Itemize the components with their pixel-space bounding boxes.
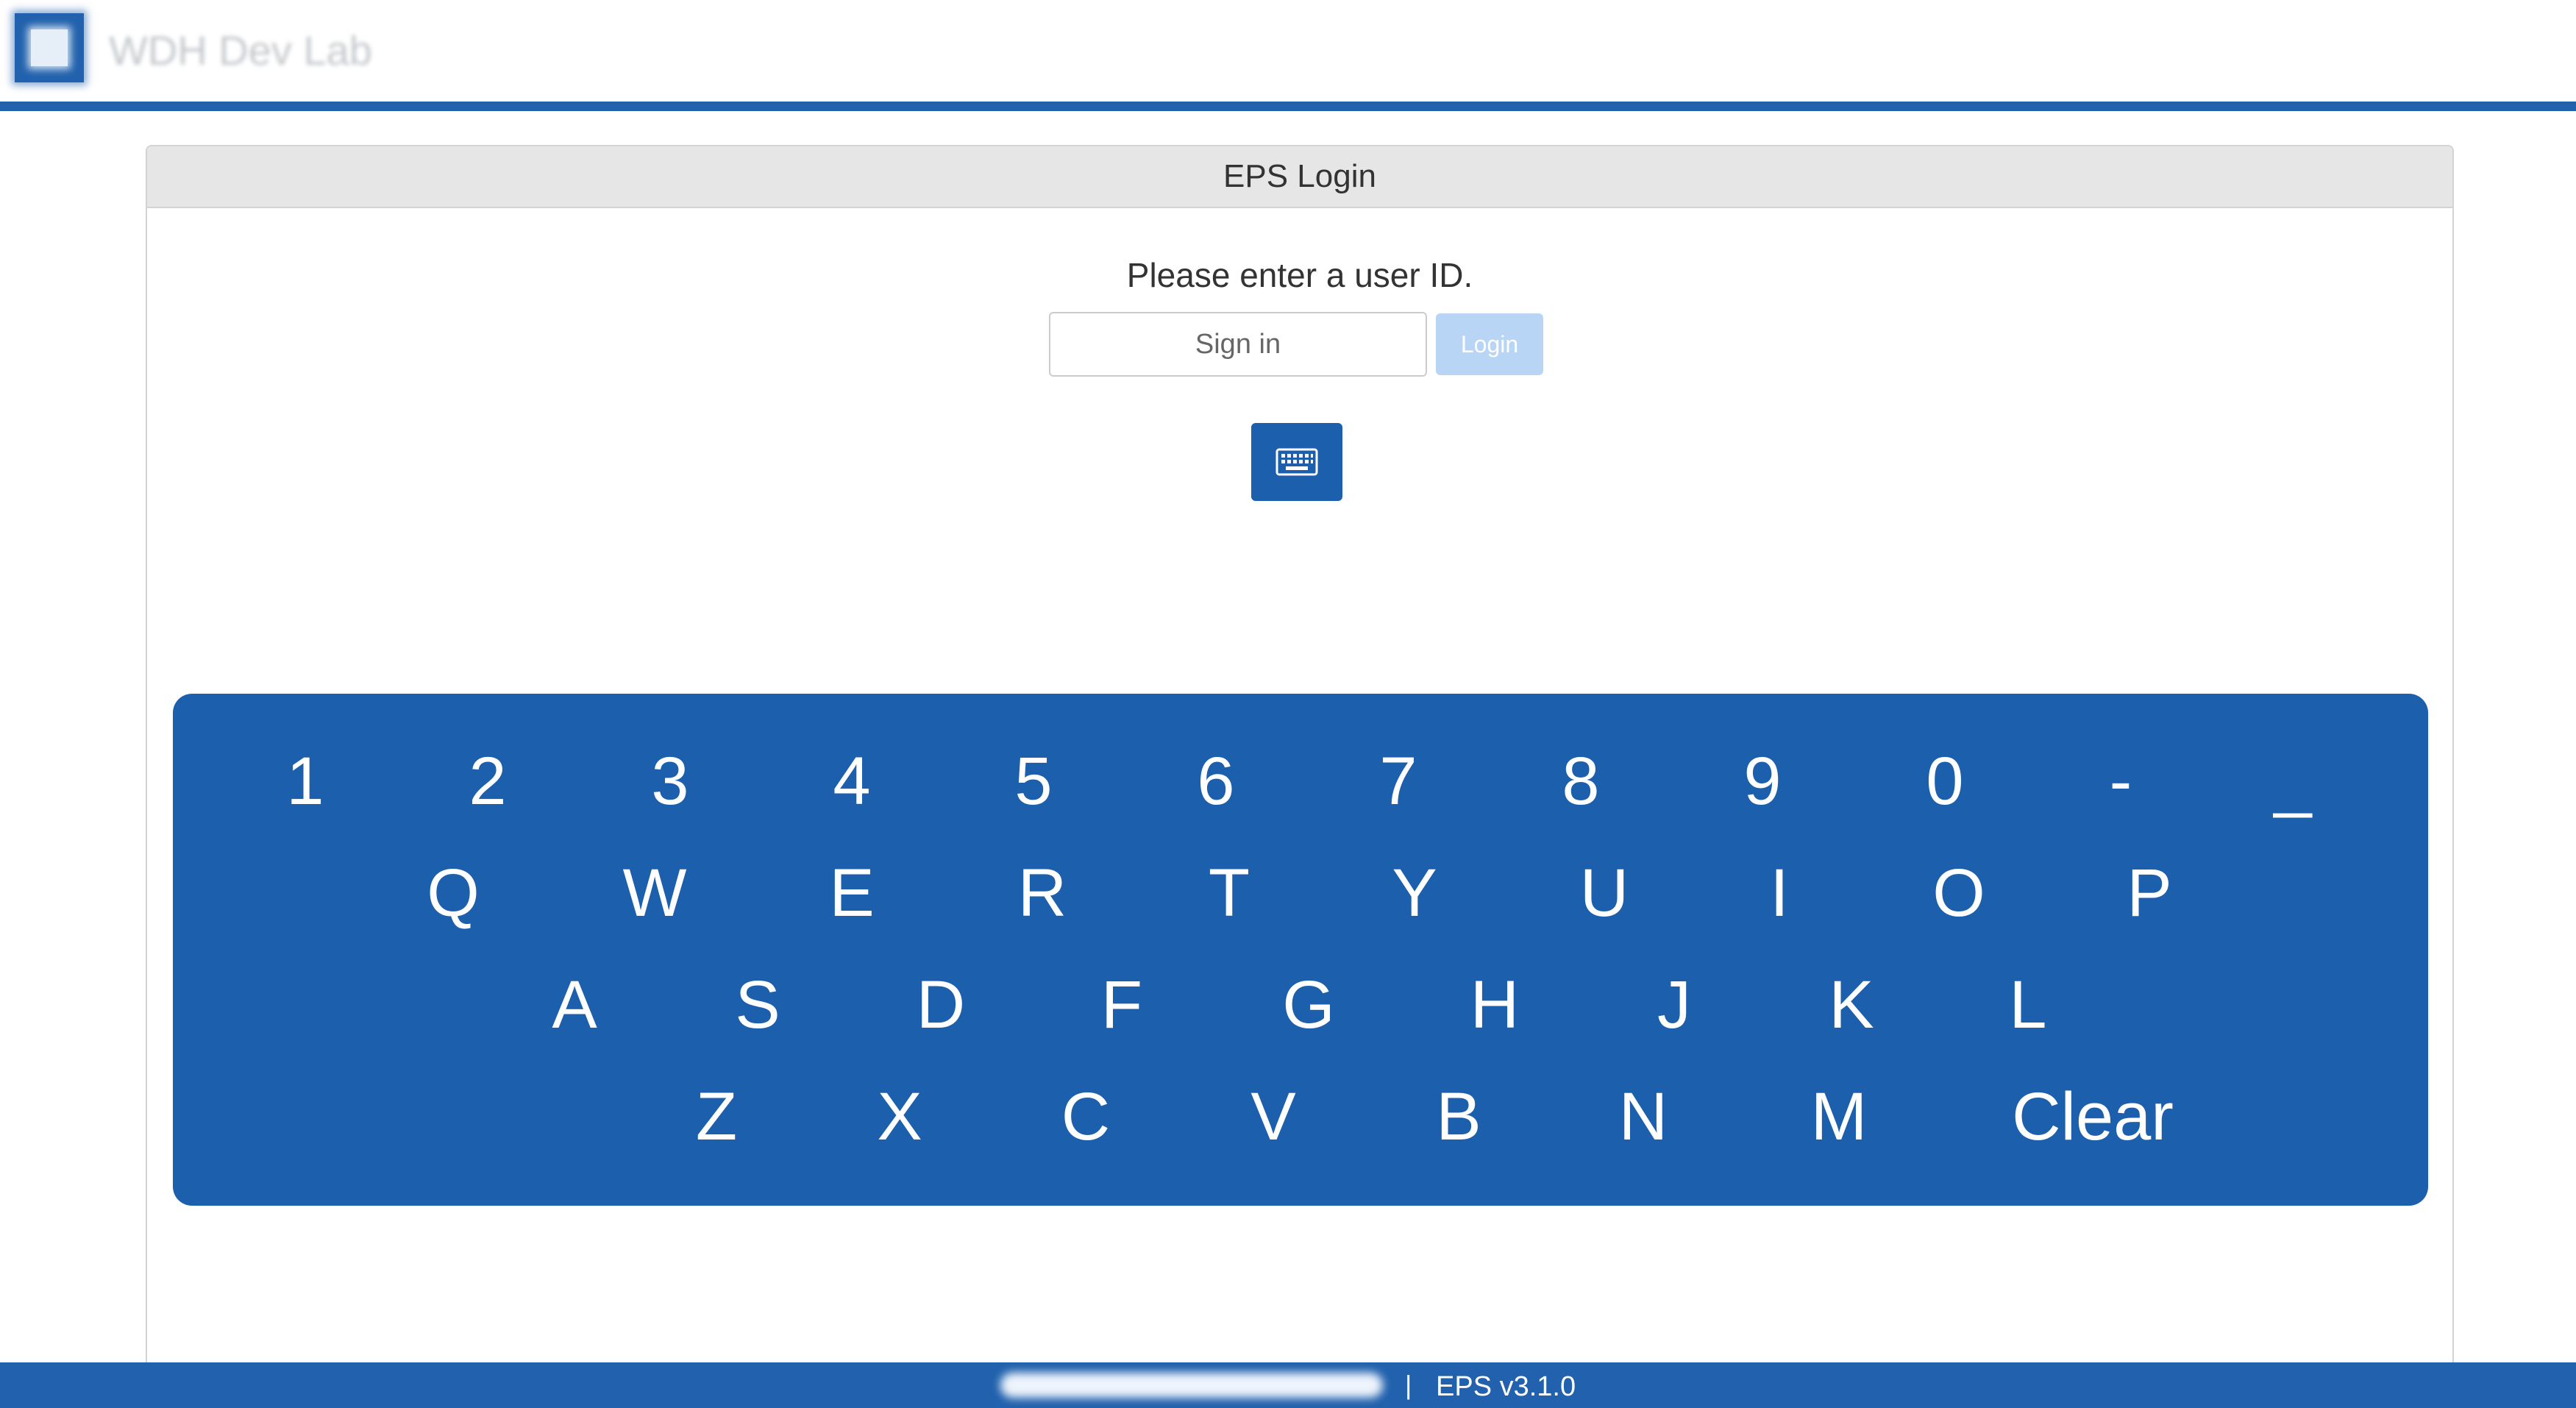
key-4[interactable]: 4 — [833, 747, 870, 815]
footer-separator: | — [1405, 1370, 1412, 1400]
key-j[interactable]: J — [1657, 971, 1691, 1039]
key-y[interactable]: Y — [1392, 859, 1437, 927]
key-5[interactable]: 5 — [1014, 747, 1052, 815]
key-n[interactable]: N — [1619, 1083, 1668, 1151]
key-u[interactable]: U — [1580, 859, 1629, 927]
app-version: EPS v3.1.0 — [1436, 1371, 1576, 1402]
app-title: WDH Dev Lab — [109, 27, 372, 74]
key-8[interactable]: 8 — [1562, 747, 1599, 815]
key-w[interactable]: W — [623, 859, 687, 927]
key-r[interactable]: R — [1018, 859, 1067, 927]
key-d[interactable]: D — [917, 971, 965, 1039]
login-button[interactable]: Login — [1436, 313, 1543, 375]
key-v[interactable]: V — [1250, 1083, 1295, 1151]
key-m[interactable]: M — [1811, 1083, 1868, 1151]
key-g[interactable]: G — [1282, 971, 1335, 1039]
key-z[interactable]: Z — [696, 1083, 737, 1151]
key-c[interactable]: C — [1061, 1083, 1110, 1151]
app-footer: | EPS v3.1.0 — [0, 1362, 2576, 1408]
key-e[interactable]: E — [829, 859, 874, 927]
key-3[interactable]: 3 — [651, 747, 689, 815]
virtual-keyboard: 1 2 3 4 5 6 7 8 9 0 - _ Q W E R T Y U I O P A S D F G H J K L Z X C V B N M Cl… — [173, 694, 2428, 1206]
key-i[interactable]: I — [1770, 859, 1789, 927]
key-clear[interactable]: Clear — [2012, 1083, 2174, 1151]
panel-heading: EPS Login — [147, 146, 2452, 208]
key-2[interactable]: 2 — [469, 747, 506, 815]
key-p[interactable]: P — [2127, 859, 2171, 927]
key-underscore[interactable]: _ — [2274, 747, 2311, 815]
keyboard-toggle-button[interactable] — [1251, 423, 1342, 501]
key-x[interactable]: X — [877, 1083, 922, 1151]
key-6[interactable]: 6 — [1197, 747, 1234, 815]
key-h[interactable]: H — [1470, 971, 1519, 1039]
key-l[interactable]: L — [2009, 971, 2046, 1039]
redacted-footer-text — [1000, 1373, 1383, 1398]
key-t[interactable]: T — [1209, 859, 1250, 927]
key-k[interactable]: K — [1829, 971, 1874, 1039]
logo-icon — [15, 13, 84, 82]
user-id-prompt: Please enter a user ID. — [1126, 256, 1473, 294]
header-divider — [0, 102, 2576, 111]
key-s[interactable]: S — [735, 971, 780, 1039]
key-7[interactable]: 7 — [1379, 747, 1417, 815]
app-header: WDH Dev Lab — [0, 0, 2576, 111]
key-o[interactable]: O — [1932, 859, 1985, 927]
key-q[interactable]: Q — [427, 859, 480, 927]
key-0[interactable]: 0 — [1926, 747, 1963, 815]
key-9[interactable]: 9 — [1743, 747, 1781, 815]
key-1[interactable]: 1 — [286, 747, 324, 815]
user-id-input[interactable] — [1049, 312, 1427, 377]
key-f[interactable]: F — [1101, 971, 1142, 1039]
key-a[interactable]: A — [552, 971, 597, 1039]
keyboard-icon — [1275, 448, 1318, 476]
key-b[interactable]: B — [1436, 1083, 1481, 1151]
key-hyphen[interactable]: - — [2110, 747, 2132, 815]
